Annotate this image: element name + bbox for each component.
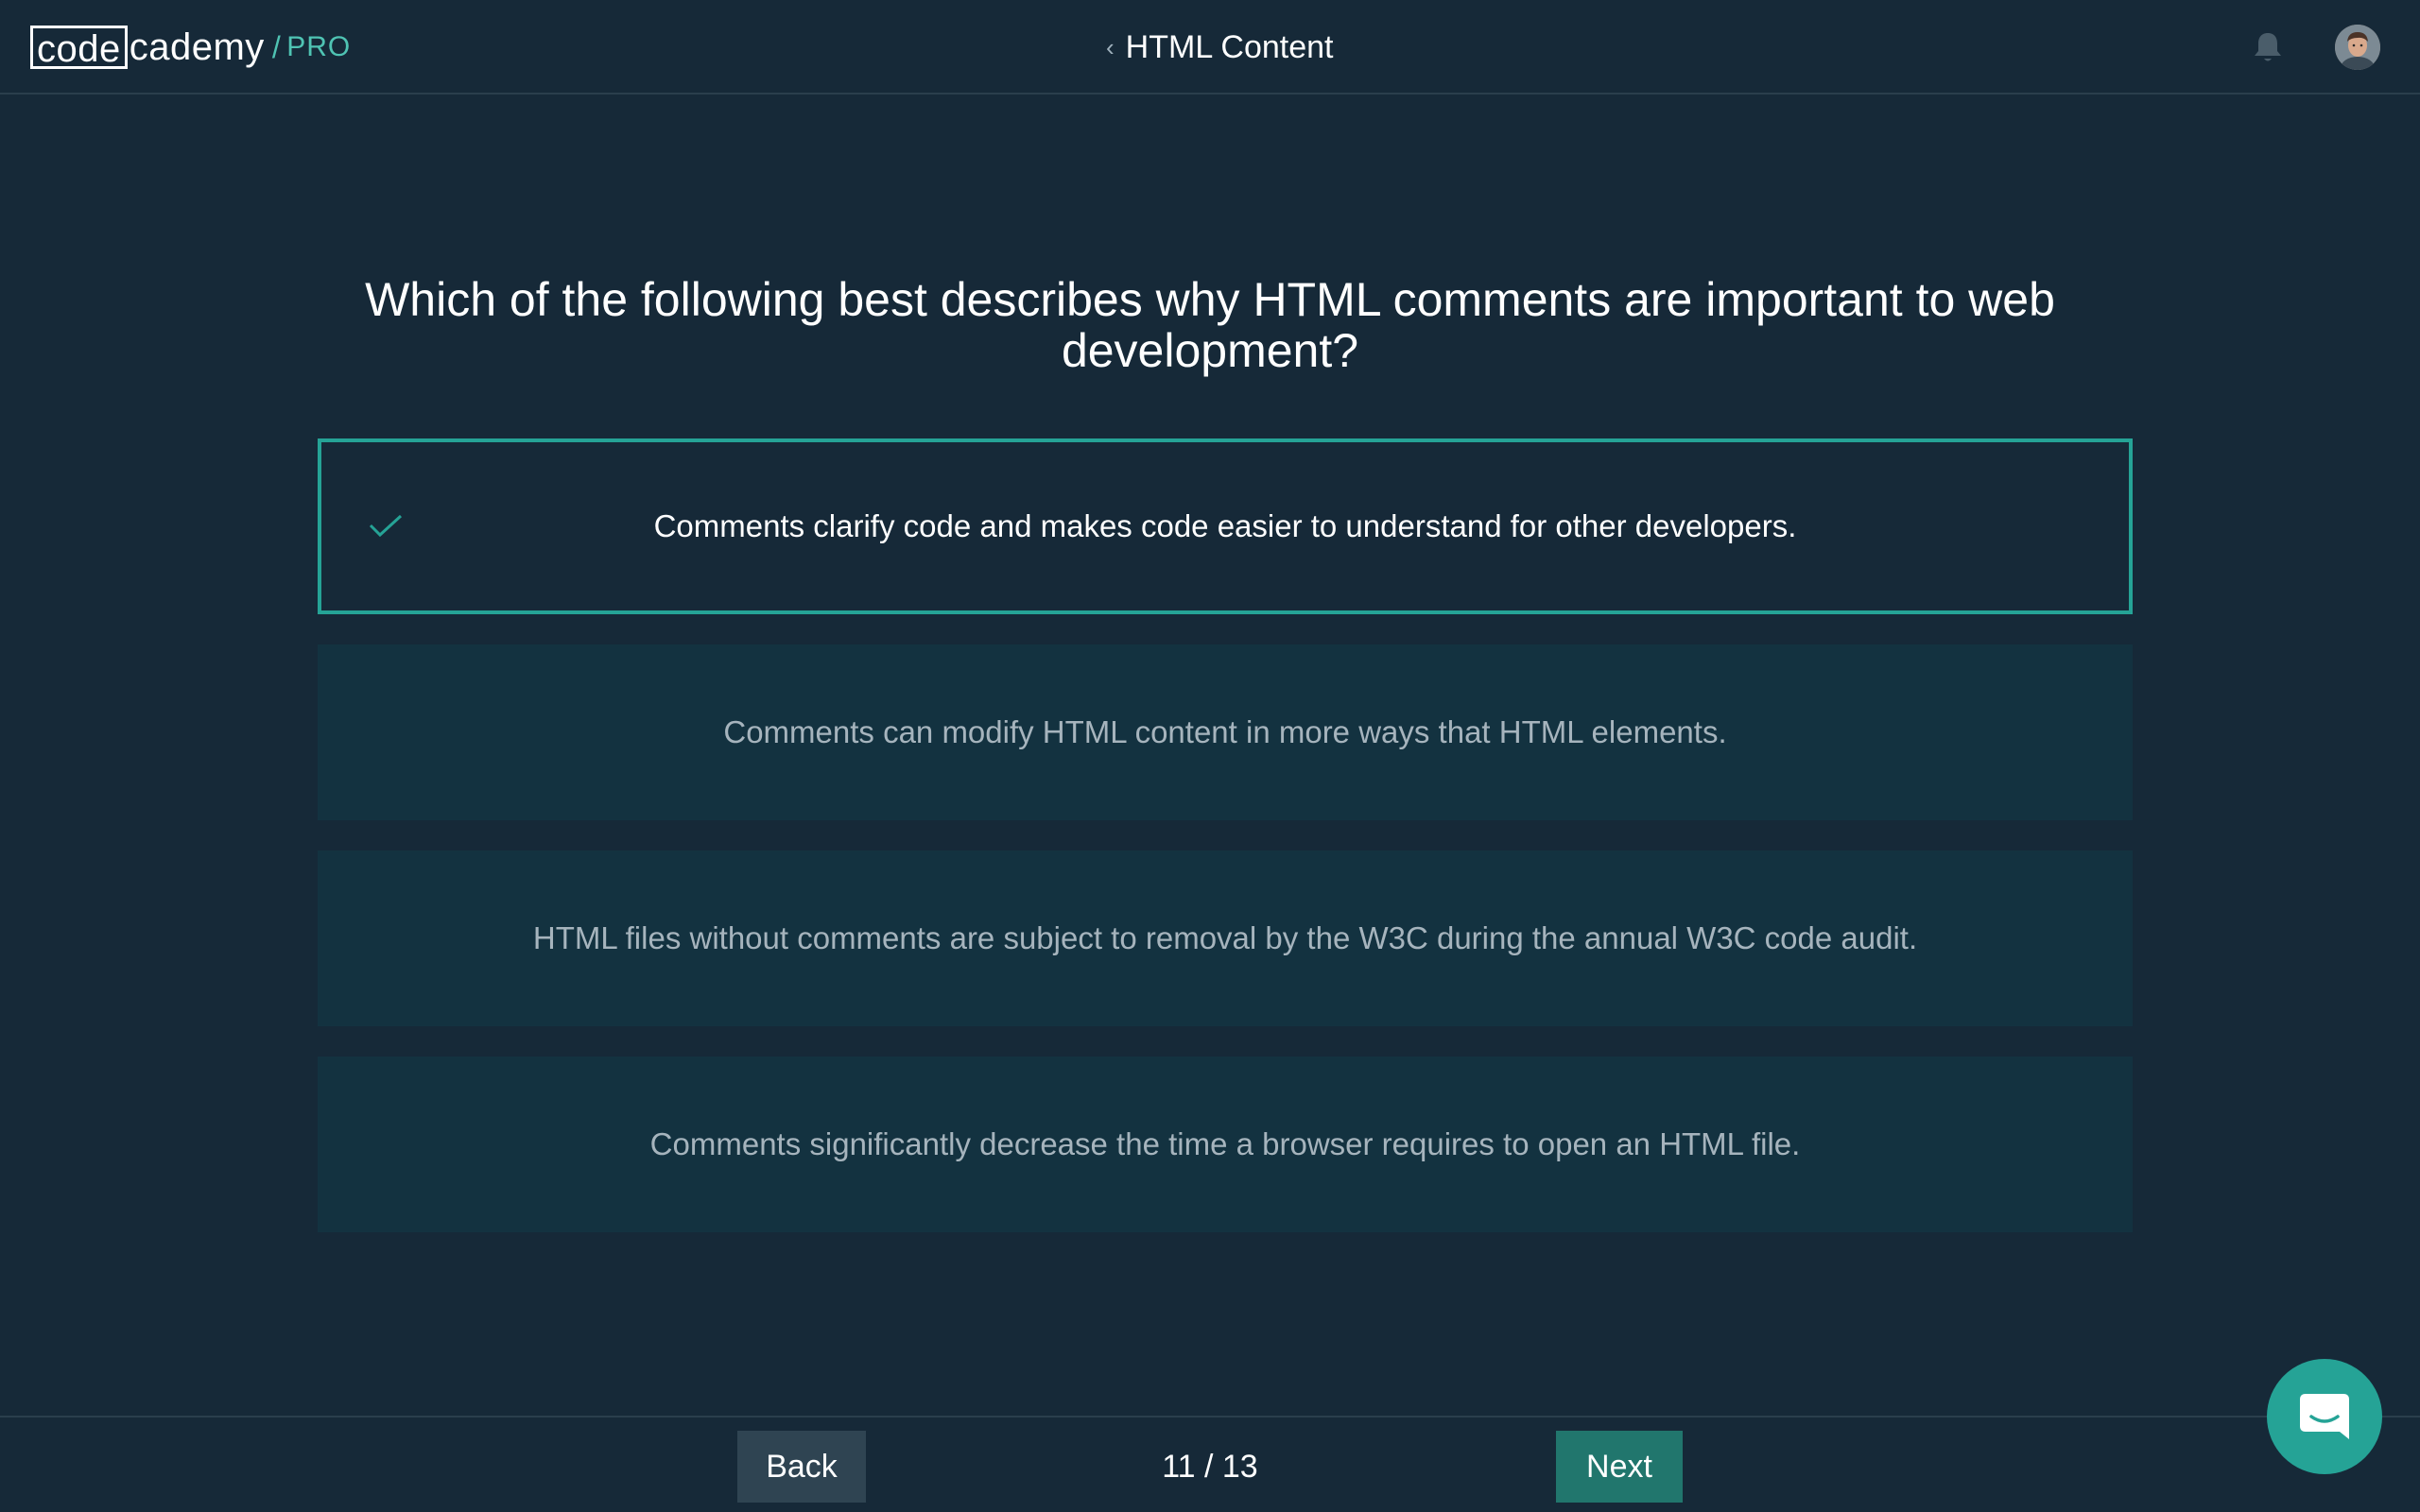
quiz-question: Which of the following best describes wh… xyxy=(365,273,2055,377)
logo-cademy-text: cademy xyxy=(129,26,265,68)
codecademy-pro-logo[interactable]: code cademy / PRO xyxy=(30,23,351,72)
chevron-left-icon: ‹ xyxy=(1106,32,1115,61)
answer-text: Comments clarify code and makes code eas… xyxy=(653,508,1797,543)
lesson-title-text: HTML Content xyxy=(1125,28,1334,65)
progress-counter: 11 / 13 xyxy=(1162,1448,1258,1485)
back-button[interactable]: Back xyxy=(737,1431,866,1503)
answer-option-4[interactable]: Comments significantly decrease the time… xyxy=(318,1057,2133,1232)
chat-icon[interactable] xyxy=(2267,1359,2382,1474)
logo-code-box: code xyxy=(30,26,128,70)
answer-text: Comments can modify HTML content in more… xyxy=(723,714,1727,749)
answer-text: HTML files without comments are subject … xyxy=(532,920,1918,955)
bell-icon[interactable] xyxy=(2252,30,2284,64)
answer-option-2[interactable]: Comments can modify HTML content in more… xyxy=(318,644,2133,820)
lesson-title-link[interactable]: ‹ HTML Content xyxy=(1106,25,1334,70)
logo-separator: / xyxy=(271,29,282,64)
checkmark-icon xyxy=(367,512,405,541)
avatar[interactable] xyxy=(2335,25,2380,70)
answer-option-3[interactable]: HTML files without comments are subject … xyxy=(318,850,2133,1026)
top-navigation-bar: code cademy / PRO ‹ HTML Content xyxy=(0,0,2420,94)
answer-option-1[interactable]: Comments clarify code and makes code eas… xyxy=(318,438,2133,614)
logo-pro-label: PRO xyxy=(286,31,352,62)
answer-text: Comments significantly decrease the time… xyxy=(649,1126,1801,1161)
next-button[interactable]: Next xyxy=(1556,1431,1683,1503)
bottom-navigation-bar: Back 11 / 13 Next xyxy=(0,1416,2420,1512)
